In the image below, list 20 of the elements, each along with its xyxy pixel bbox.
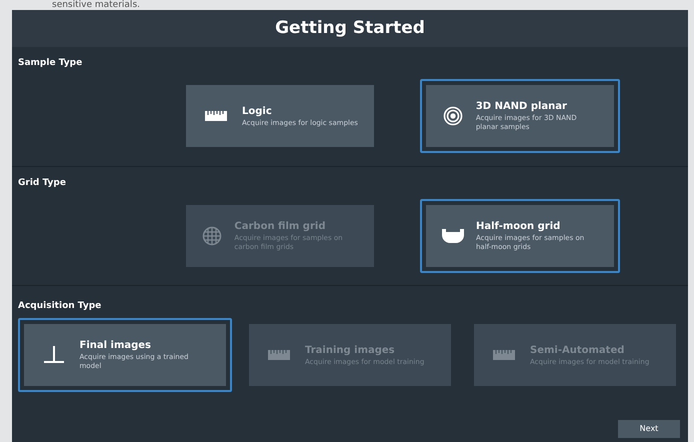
option-title: Training images [305, 344, 396, 358]
section-label: Sample Type [18, 57, 84, 70]
ruler-icon [205, 110, 227, 120]
option-title: Semi-Automated [530, 344, 626, 358]
grid-circle-icon [202, 226, 222, 246]
option-title: Carbon film grid [234, 220, 326, 234]
caption-text: sensitive materials. [52, 0, 140, 10]
next-button[interactable]: Next [618, 420, 680, 438]
option-title: 3D NAND planar [476, 100, 568, 114]
section-label: Grid Type [18, 177, 67, 190]
tee-icon [42, 346, 65, 364]
ruler-icon [268, 350, 290, 360]
half-moon-icon [442, 228, 464, 242]
target-icon [442, 106, 463, 126]
section-label: Acquisition Type [18, 300, 102, 313]
option-title: Logic [242, 104, 273, 118]
dialog-title: Getting Started [275, 16, 425, 40]
option-title: Half-moon grid [476, 220, 562, 234]
ruler-icon [493, 350, 515, 360]
option-title: Final images [79, 339, 152, 353]
